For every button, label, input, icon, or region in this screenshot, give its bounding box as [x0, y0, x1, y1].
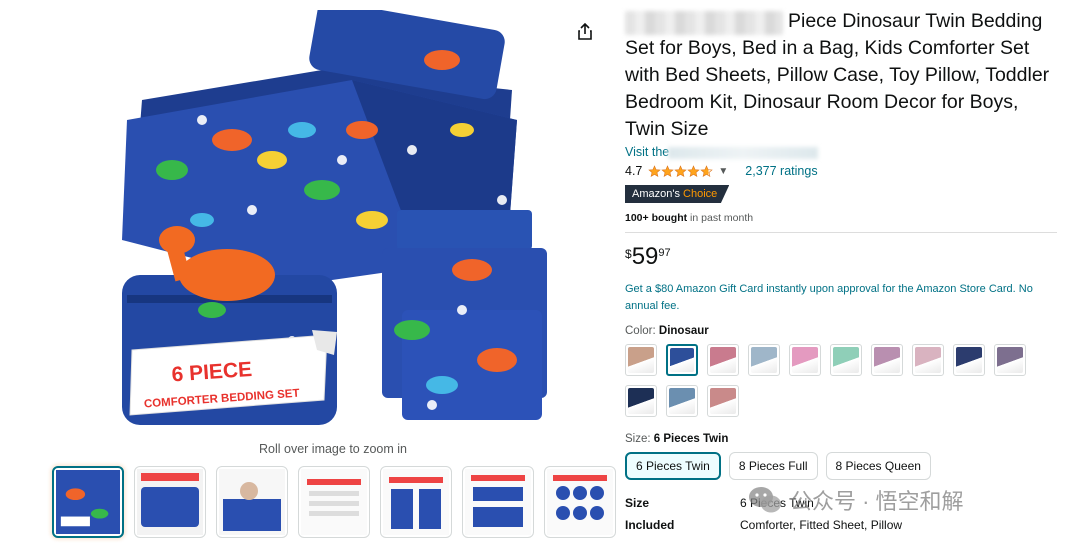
thumbnail-image — [547, 469, 613, 535]
store-card-offer-link[interactable]: Get a $80 Amazon Gift Card instantly upo… — [625, 281, 1045, 315]
star-rating[interactable] — [648, 164, 714, 178]
thumbnail-1[interactable] — [52, 466, 124, 538]
swatch-image — [710, 388, 736, 414]
star-icon — [700, 164, 714, 177]
zoom-hint: Roll over image to zoom in — [259, 442, 407, 456]
color-swatch-6[interactable] — [830, 344, 862, 376]
swatch-image — [956, 347, 982, 373]
rating-row: 4.7 ▼ 2,377 ratings — [625, 162, 1057, 180]
redacted-store-name — [668, 147, 818, 159]
spec-key: Size — [625, 496, 650, 510]
spec-row: Included Comforter, Fitted Sheet, Pillow — [625, 514, 1057, 536]
size-label: Size: 6 Pieces Twin — [625, 433, 729, 445]
thumbnail-image — [56, 470, 120, 534]
color-swatch-9[interactable] — [953, 344, 985, 376]
spec-key: Included — [625, 518, 675, 532]
thumbnail-4[interactable] — [298, 466, 370, 538]
spec-table: Size 6 Pieces Twin Included Comforter, Fitt… — [625, 492, 1057, 536]
rating-value: 4.7 — [625, 164, 643, 178]
star-icon — [687, 164, 701, 177]
thumbnail-3[interactable] — [216, 466, 288, 538]
star-icon — [648, 164, 662, 177]
redacted-title-prefix — [625, 11, 783, 35]
size-option-1[interactable]: 6 Pieces Twin — [625, 452, 721, 480]
price: $ 59 97 — [625, 243, 671, 270]
divider — [625, 232, 1057, 233]
thumbnail-2[interactable] — [134, 466, 206, 538]
thumbnail-image — [383, 469, 449, 535]
size-options: 6 Pieces Twin 8 Pieces Full 8 Pieces Queen — [625, 452, 1057, 480]
color-swatch-8[interactable] — [912, 344, 944, 376]
thumbnail-image — [465, 469, 531, 535]
title-wrap: Piece Dinosaur Twin Bedding Set for Boys… — [625, 8, 1057, 143]
swatch-image — [915, 347, 941, 373]
color-swatch-2[interactable] — [666, 344, 698, 376]
color-swatch-12[interactable] — [666, 385, 698, 417]
spec-row: Size 6 Pieces Twin — [625, 492, 1057, 514]
swatch-image — [628, 388, 654, 414]
main-product-image[interactable]: 6 PIECE COMFORTER BEDDING SET — [112, 10, 552, 432]
chevron-down-icon[interactable]: ▼ — [718, 166, 728, 177]
swatch-image — [997, 347, 1023, 373]
ratings-count-link[interactable]: 2,377 ratings — [745, 164, 817, 178]
star-icon — [661, 164, 675, 177]
thumbnail-image — [301, 469, 367, 535]
share-icon[interactable] — [575, 22, 595, 42]
color-swatch-1[interactable] — [625, 344, 657, 376]
color-swatch-13[interactable] — [707, 385, 739, 417]
color-swatch-3[interactable] — [707, 344, 739, 376]
swatch-image — [670, 348, 694, 372]
color-swatch-4[interactable] — [748, 344, 780, 376]
thumbnail-5[interactable] — [380, 466, 452, 538]
color-swatch-11[interactable] — [625, 385, 657, 417]
product-details: Piece Dinosaur Twin Bedding Set for Boys… — [625, 8, 1057, 536]
size-option-3[interactable]: 8 Pieces Queen — [825, 452, 931, 480]
color-swatch-7[interactable] — [871, 344, 903, 376]
spec-value: 6 Pieces Twin — [740, 496, 814, 510]
swatch-image — [874, 347, 900, 373]
thumbnail-image — [137, 469, 203, 535]
thumbnail-image — [219, 469, 285, 535]
swatch-image — [792, 347, 818, 373]
color-swatch-5[interactable] — [789, 344, 821, 376]
swatch-image — [751, 347, 777, 373]
swatch-image — [710, 347, 736, 373]
color-label: Color: Dinosaur — [625, 325, 709, 337]
color-swatches — [625, 344, 1045, 417]
star-icon — [674, 164, 688, 177]
thumbnail-7[interactable] — [544, 466, 616, 538]
color-swatch-10[interactable] — [994, 344, 1026, 376]
spec-value: Comforter, Fitted Sheet, Pillow — [740, 518, 903, 532]
swatch-image — [833, 347, 859, 373]
thumbnail-strip — [52, 466, 616, 538]
bought-in-past-month: 100+ bought in past month — [625, 212, 754, 224]
visit-store-link[interactable]: Visit the — [625, 145, 1057, 161]
amazons-choice-badge[interactable]: Amazon's Choice — [625, 185, 730, 203]
swatch-image — [669, 388, 695, 414]
size-option-2[interactable]: 8 Pieces Full — [728, 452, 818, 480]
swatch-image — [628, 347, 654, 373]
thumbnail-6[interactable] — [462, 466, 534, 538]
